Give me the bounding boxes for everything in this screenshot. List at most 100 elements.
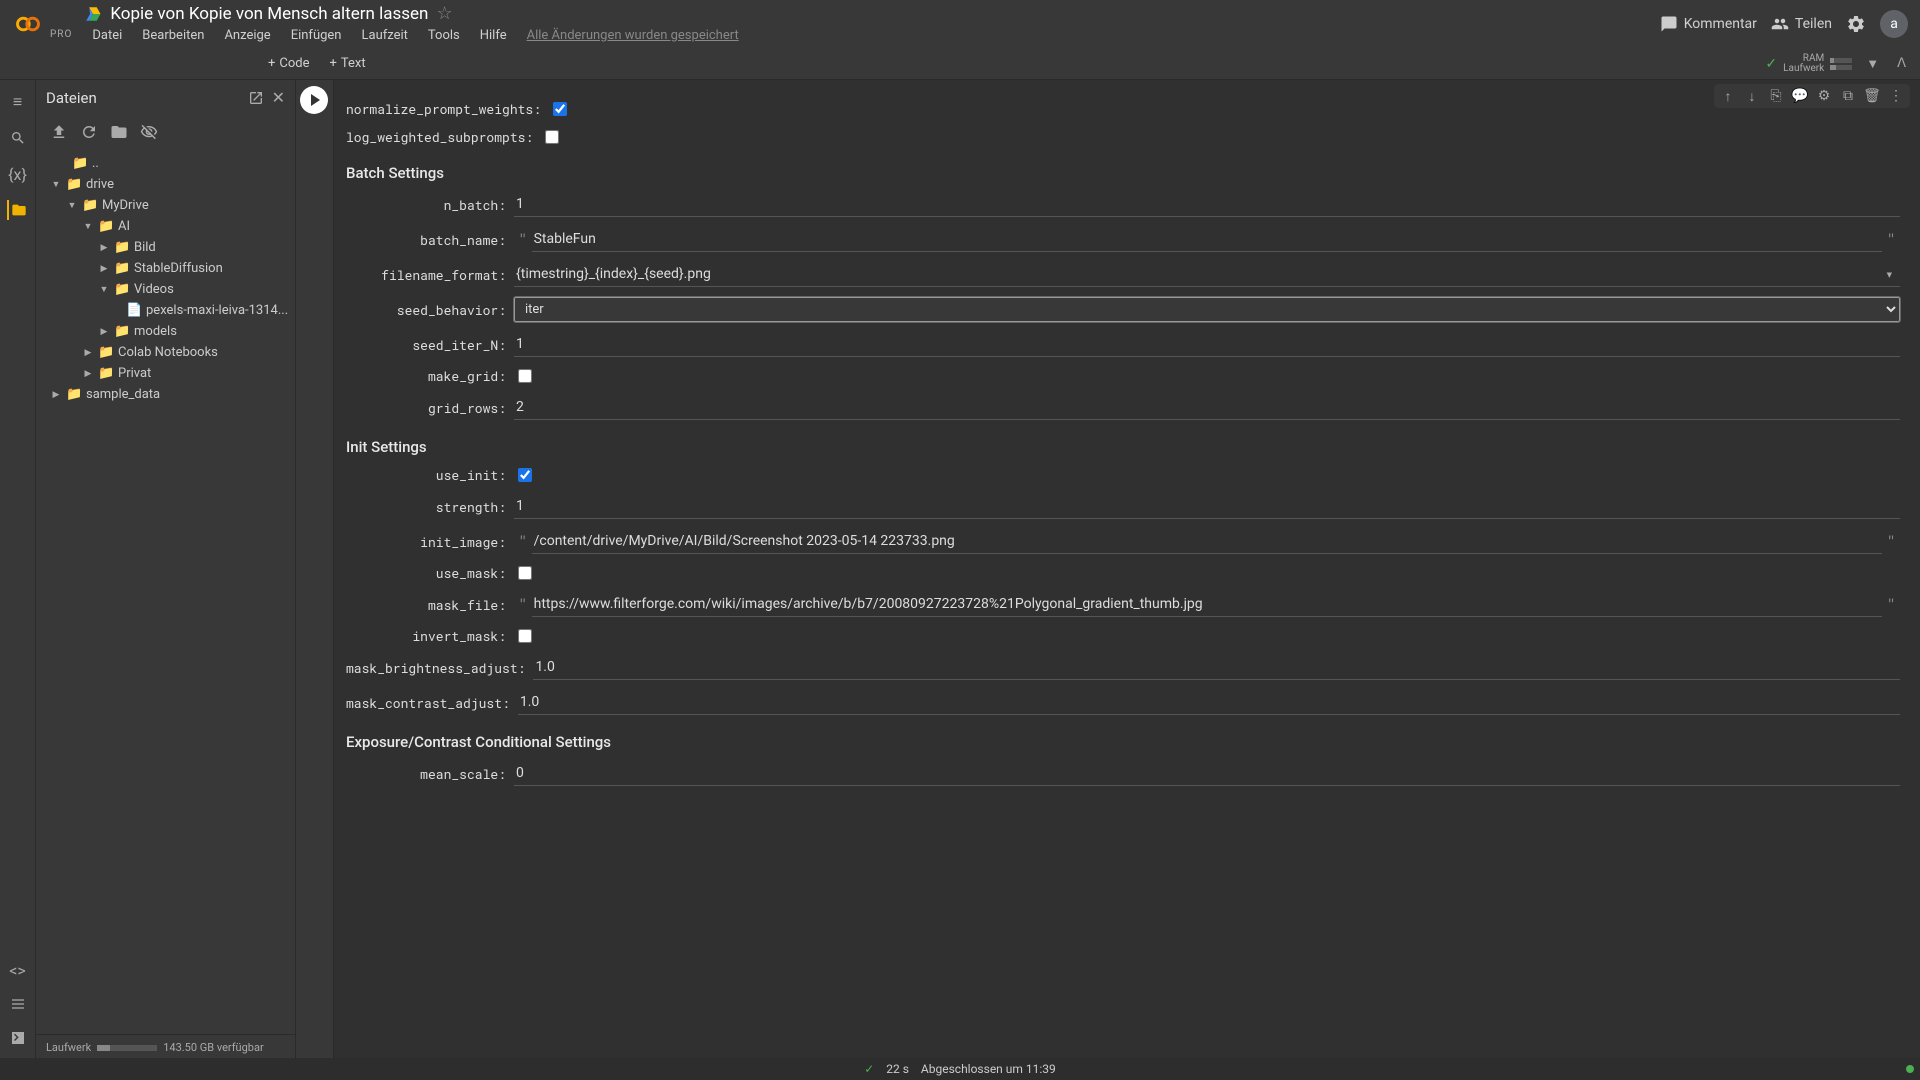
tree-item-drive[interactable]: ▼📁drive xyxy=(36,174,295,195)
sidebar-title: Dateien xyxy=(46,89,240,107)
command-palette-icon[interactable] xyxy=(8,994,28,1014)
left-rail: ≡ {x} <> xyxy=(0,80,36,1060)
grid-rows-input[interactable] xyxy=(514,395,1900,420)
batch-name-input[interactable] xyxy=(532,227,1883,252)
colab-logo[interactable] xyxy=(12,8,44,40)
param-use-init: use_init: xyxy=(346,466,1900,484)
normalize-prompt-weights-checkbox[interactable] xyxy=(553,102,567,116)
plus-icon: + xyxy=(268,56,275,71)
comment-button[interactable]: Kommentar xyxy=(1660,15,1757,33)
tree-item-bild[interactable]: ▶📁Bild xyxy=(36,237,295,258)
mask-contrast-input[interactable] xyxy=(518,690,1900,715)
gear-icon xyxy=(1846,14,1866,34)
menu-file[interactable]: Datei xyxy=(84,26,130,45)
tree-item-parent[interactable]: 📁.. xyxy=(36,153,295,174)
status-time: 22 s xyxy=(886,1062,909,1076)
upload-icon[interactable] xyxy=(50,123,68,141)
tree-item-video-file[interactable]: 📄pexels-maxi-leiva-1314... xyxy=(36,300,295,321)
status-dot xyxy=(1906,1065,1914,1073)
tree-item-videos[interactable]: ▼📁Videos xyxy=(36,279,295,300)
menu-help[interactable]: Hilfe xyxy=(472,26,515,45)
invert-mask-checkbox[interactable] xyxy=(518,629,532,643)
check-icon: ✓ xyxy=(1765,56,1777,72)
use-mask-checkbox[interactable] xyxy=(518,566,532,580)
make-grid-checkbox[interactable] xyxy=(518,369,532,383)
pro-badge: PRO xyxy=(50,29,72,40)
section-exposure-settings: Exposure/Contrast Conditional Settings xyxy=(346,733,1900,751)
menu-tools[interactable]: Tools xyxy=(420,26,468,45)
toolbar: + Code + Text ✓ RAM Laufwerk ▼ ᐱ xyxy=(0,48,1920,80)
star-icon[interactable]: ☆ xyxy=(436,3,452,24)
files-sidebar: Dateien ✕ 📁.. ▼📁drive ▼📁MyDrive xyxy=(36,80,296,1060)
tree-item-privat[interactable]: ▶📁Privat xyxy=(36,363,295,384)
param-normalize-prompt-weights: normalize_prompt_weights: xyxy=(346,100,1900,118)
header: PRO Kopie von Kopie von Mensch altern la… xyxy=(0,0,1920,48)
variables-icon[interactable]: {x} xyxy=(8,164,28,184)
filename-format-select[interactable] xyxy=(514,262,1900,287)
run-cell-button[interactable] xyxy=(300,86,328,114)
mount-drive-icon[interactable] xyxy=(110,123,128,141)
refresh-icon[interactable] xyxy=(80,123,98,141)
tree-item-ai[interactable]: ▼📁AI xyxy=(36,216,295,237)
param-seed-iter-n: seed_iter_N: xyxy=(346,332,1900,357)
param-log-weighted-subprompts: log_weighted_subprompts: xyxy=(346,128,1900,146)
param-batch-name: batch_name: " " xyxy=(346,227,1900,252)
param-use-mask: use_mask: xyxy=(346,564,1900,582)
menu-runtime[interactable]: Laufzeit xyxy=(354,26,416,45)
file-tree: 📁.. ▼📁drive ▼📁MyDrive ▼📁AI ▶📁Bild ▶📁Stab… xyxy=(36,149,295,1034)
add-text-button[interactable]: + Text xyxy=(320,52,376,75)
drive-icon xyxy=(84,5,102,23)
notebook-content: ↑ ↓ ⎘ 💬 ⚙ ⧉ 🗑 ⋮ normalize_prompt_weights… xyxy=(296,80,1920,1060)
mask-file-input[interactable] xyxy=(532,592,1883,617)
tree-item-stablediffusion[interactable]: ▶📁StableDiffusion xyxy=(36,258,295,279)
seed-iter-n-input[interactable] xyxy=(514,332,1900,357)
seed-behavior-select[interactable]: iter xyxy=(514,297,1900,322)
menu-view[interactable]: Anzeige xyxy=(216,26,278,45)
menu-insert[interactable]: Einfügen xyxy=(283,26,350,45)
toc-icon[interactable]: ≡ xyxy=(8,92,28,112)
avatar[interactable]: a xyxy=(1880,10,1908,38)
files-icon[interactable] xyxy=(7,200,27,220)
check-icon: ✓ xyxy=(864,1062,874,1076)
use-init-checkbox[interactable] xyxy=(518,468,532,482)
tree-item-models[interactable]: ▶📁models xyxy=(36,321,295,342)
log-weighted-subprompts-checkbox[interactable] xyxy=(545,130,559,144)
param-filename-format: filename_format: xyxy=(346,262,1900,287)
param-init-image: init_image: " " xyxy=(346,529,1900,554)
menu-edit[interactable]: Bearbeiten xyxy=(134,26,212,45)
section-batch-settings: Batch Settings xyxy=(346,164,1900,182)
save-status[interactable]: Alle Änderungen wurden gespeichert xyxy=(519,26,747,45)
param-grid-rows: grid_rows: xyxy=(346,395,1900,420)
doc-title[interactable]: Kopie von Kopie von Mensch altern lassen xyxy=(110,4,428,24)
strength-input[interactable] xyxy=(514,494,1900,519)
form-body: normalize_prompt_weights: log_weighted_s… xyxy=(334,80,1920,1060)
resources-indicator[interactable]: ✓ RAM Laufwerk xyxy=(1765,54,1852,74)
mask-brightness-input[interactable] xyxy=(533,655,1900,680)
tree-item-sample-data[interactable]: ▶📁sample_data xyxy=(36,384,295,405)
share-button[interactable]: Teilen xyxy=(1771,15,1832,33)
status-message: Abgeschlossen um 11:39 xyxy=(921,1062,1056,1076)
n-batch-input[interactable] xyxy=(514,192,1900,217)
menu-bar: Datei Bearbeiten Anzeige Einfügen Laufze… xyxy=(84,26,1659,45)
add-code-button[interactable]: + Code xyxy=(258,52,320,75)
plus-icon: + xyxy=(330,56,337,71)
tree-item-colab[interactable]: ▶📁Colab Notebooks xyxy=(36,342,295,363)
mean-scale-input[interactable] xyxy=(514,761,1900,786)
collapse-button[interactable]: ᐱ xyxy=(1893,54,1910,73)
param-n-batch: n_batch: xyxy=(346,192,1900,217)
param-strength: strength: xyxy=(346,494,1900,519)
new-window-icon[interactable] xyxy=(248,90,264,106)
search-icon[interactable] xyxy=(8,128,28,148)
param-seed-behavior: seed_behavior: iter xyxy=(346,297,1900,322)
param-invert-mask: invert_mask: xyxy=(346,627,1900,645)
hidden-files-icon[interactable] xyxy=(140,123,158,141)
resources-dropdown[interactable]: ▼ xyxy=(1862,54,1883,74)
people-icon xyxy=(1771,15,1789,33)
terminal-icon[interactable] xyxy=(8,1028,28,1048)
init-image-input[interactable] xyxy=(532,529,1883,554)
settings-button[interactable] xyxy=(1846,14,1866,34)
tree-item-mydrive[interactable]: ▼📁MyDrive xyxy=(36,195,295,216)
param-mask-contrast: mask_contrast_adjust: xyxy=(346,690,1900,715)
close-icon[interactable]: ✕ xyxy=(272,88,285,107)
code-snippets-icon[interactable]: <> xyxy=(8,960,28,980)
